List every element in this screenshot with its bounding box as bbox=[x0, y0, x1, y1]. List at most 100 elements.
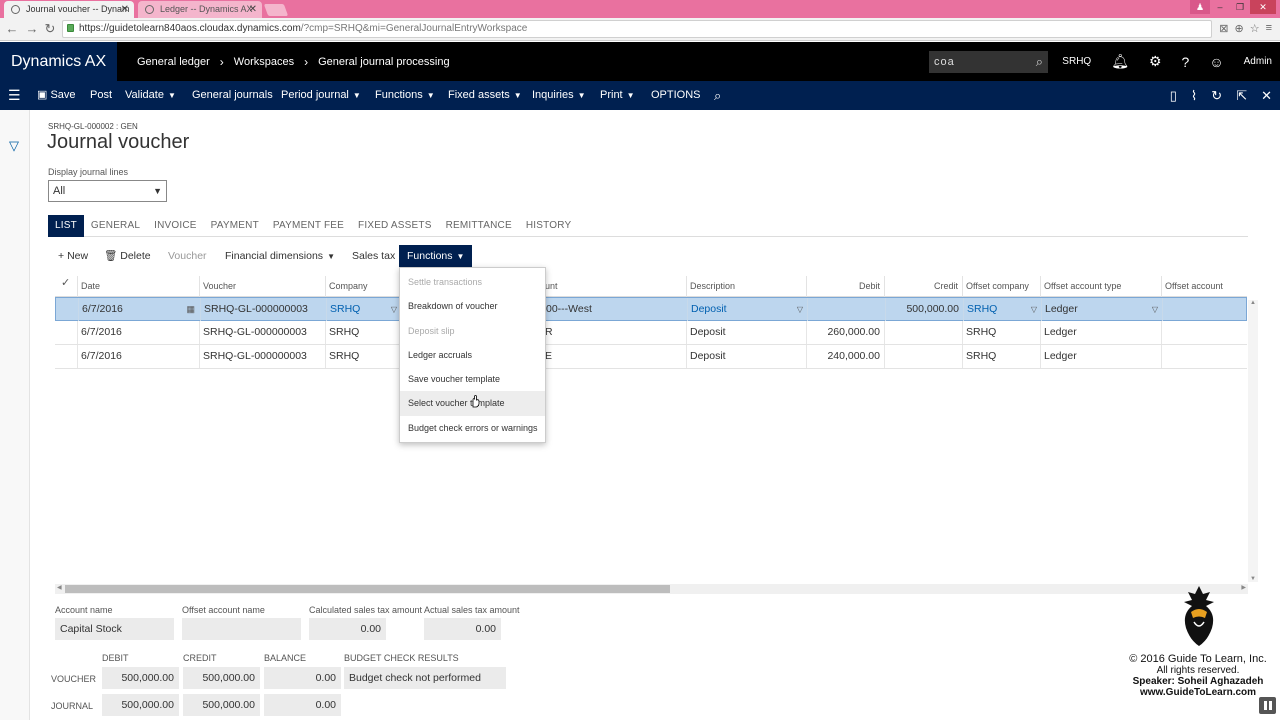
cell-debit[interactable]: 240,000.00 bbox=[806, 345, 884, 368]
inquiries-menu[interactable]: Inquiries ▼ bbox=[532, 81, 586, 110]
horizontal-scroll-thumb[interactable] bbox=[65, 585, 670, 593]
user-name[interactable]: Admin bbox=[1244, 56, 1272, 67]
tab-history[interactable]: HISTORY bbox=[519, 215, 579, 237]
chevron-down-icon[interactable]: ▽ bbox=[1152, 298, 1158, 321]
menu-item-ledger-accruals[interactable]: Ledger accruals bbox=[400, 343, 545, 367]
cell-credit[interactable]: 500,000.00 bbox=[885, 298, 963, 321]
feedback-smiley-icon[interactable]: ☺ bbox=[1209, 54, 1223, 70]
open-new-window-icon[interactable]: ⇱ bbox=[1236, 88, 1247, 104]
brand-title[interactable]: Dynamics AX bbox=[0, 42, 117, 81]
menu-item-breakdown-of-voucher[interactable]: Breakdown of voucher bbox=[400, 294, 545, 318]
cell-company[interactable]: SRHQ ▽ bbox=[326, 298, 401, 321]
cell-offset-account[interactable] bbox=[1161, 345, 1247, 368]
close-icon[interactable]: ✕ bbox=[121, 1, 129, 18]
minimize-icon[interactable]: – bbox=[1210, 0, 1230, 14]
cell-date[interactable]: 6/7/2016 ▦ bbox=[78, 298, 200, 321]
zoom-icon[interactable]: ⊕ bbox=[1234, 22, 1243, 35]
cell-offset-account-type[interactable]: Ledger bbox=[1040, 321, 1161, 344]
column-date[interactable]: Date bbox=[77, 276, 199, 297]
cell-offset-account-type[interactable]: Ledger ▽ bbox=[1041, 298, 1162, 321]
tab-payment-fee[interactable]: PAYMENT FEE bbox=[266, 215, 351, 237]
column-offset-account-type[interactable]: Offset account type bbox=[1040, 276, 1161, 297]
cell-voucher[interactable]: SRHQ-GL-000000003 bbox=[199, 321, 325, 344]
actual-sales-tax-field[interactable]: 0.00 bbox=[424, 618, 501, 640]
table-row[interactable]: 6/7/2016 SRHQ-GL-000000003 SRHQ R Deposi… bbox=[55, 321, 1247, 345]
cell-date[interactable]: 6/7/2016 bbox=[77, 321, 199, 344]
column-voucher[interactable]: Voucher bbox=[199, 276, 325, 297]
cell-credit[interactable] bbox=[884, 321, 962, 344]
url-input[interactable]: https://guidetolearn840aos.cloudax.dynam… bbox=[62, 20, 1212, 38]
cell-offset-company[interactable]: SRHQ bbox=[962, 345, 1040, 368]
display-journal-lines-select[interactable]: All ▼ bbox=[48, 180, 167, 202]
breadcrumb-general-ledger[interactable]: General ledger bbox=[137, 56, 210, 68]
column-offset-account[interactable]: Offset account bbox=[1161, 276, 1247, 297]
browser-tab-ledger[interactable]: Ledger -- Dynamics AX ✕ bbox=[138, 1, 262, 18]
breadcrumb-general-journal-processing[interactable]: General journal processing bbox=[318, 56, 449, 68]
column-offset-company[interactable]: Offset company bbox=[962, 276, 1040, 297]
cell-description[interactable]: Deposit bbox=[686, 321, 806, 344]
period-journal-menu[interactable]: Period journal ▼ bbox=[281, 81, 361, 110]
menu-item-budget-check-errors[interactable]: Budget check errors or warnings bbox=[400, 416, 545, 440]
print-menu[interactable]: Print ▼ bbox=[600, 81, 635, 110]
scroll-left-icon[interactable]: ◀ bbox=[57, 584, 62, 591]
tab-fixed-assets[interactable]: FIXED ASSETS bbox=[351, 215, 439, 237]
tab-general[interactable]: GENERAL bbox=[84, 215, 147, 237]
bell-icon[interactable]: 🔔︎ bbox=[1111, 53, 1129, 70]
tab-invoice[interactable]: INVOICE bbox=[147, 215, 204, 237]
scroll-right-icon[interactable]: ▶ bbox=[1241, 584, 1246, 591]
attachment-icon[interactable]: ⌇ bbox=[1191, 88, 1197, 104]
cell-offset-account[interactable] bbox=[1162, 298, 1248, 321]
column-company[interactable]: Company bbox=[325, 276, 400, 297]
chevron-down-icon[interactable]: ▽ bbox=[391, 298, 397, 321]
select-all-checkbox[interactable]: ✓ bbox=[61, 276, 70, 289]
validate-menu[interactable]: Validate ▼ bbox=[125, 81, 176, 110]
cell-description[interactable]: Deposit bbox=[686, 345, 806, 368]
close-icon[interactable]: ✕ bbox=[1261, 88, 1272, 104]
functions-grid-menu[interactable]: Functions ▼ bbox=[399, 245, 473, 267]
column-credit[interactable]: Credit bbox=[884, 276, 962, 297]
cell-offset-account-type[interactable]: Ledger bbox=[1040, 345, 1161, 368]
cell-date[interactable]: 6/7/2016 bbox=[77, 345, 199, 368]
post-button[interactable]: Post bbox=[90, 81, 112, 110]
general-journals-button[interactable]: General journals bbox=[192, 81, 273, 110]
calendar-icon[interactable]: ▦ bbox=[186, 298, 195, 321]
scroll-up-icon[interactable]: ▲ bbox=[1250, 300, 1256, 306]
new-button[interactable]: + New bbox=[58, 245, 88, 267]
company-picker[interactable]: SRHQ bbox=[1062, 56, 1091, 67]
breadcrumb-workspaces[interactable]: Workspaces bbox=[234, 56, 294, 68]
column-description[interactable]: Description bbox=[686, 276, 806, 297]
help-icon[interactable]: ? bbox=[1182, 54, 1190, 70]
popup-blocked-icon[interactable]: ⊠ bbox=[1219, 22, 1228, 35]
new-tab-button[interactable] bbox=[263, 4, 289, 16]
table-row[interactable]: 6/7/2016 ▦ SRHQ-GL-000000003 SRHQ ▽ 00---W… bbox=[55, 297, 1247, 321]
search-icon[interactable]: ⌕ bbox=[1036, 51, 1044, 73]
column-debit[interactable]: Debit bbox=[806, 276, 884, 297]
filter-icon[interactable]: ▽ bbox=[9, 138, 19, 154]
scroll-down-icon[interactable]: ▼ bbox=[1250, 576, 1256, 582]
refresh-icon[interactable]: ↻ bbox=[1211, 88, 1222, 104]
delete-button[interactable]: 🗑︎ Delete bbox=[104, 245, 151, 267]
save-button[interactable]: ▣ Save bbox=[37, 81, 76, 110]
profile-icon[interactable]: ♟ bbox=[1190, 0, 1210, 14]
office-icon[interactable]: ▯ bbox=[1170, 88, 1177, 104]
chevron-down-icon[interactable]: ▽ bbox=[797, 298, 803, 321]
fixed-assets-menu[interactable]: Fixed assets ▼ bbox=[448, 81, 522, 110]
search-input[interactable]: coa ⌕ bbox=[929, 51, 1048, 73]
tab-remittance[interactable]: REMITTANCE bbox=[439, 215, 519, 237]
cell-company[interactable]: SRHQ bbox=[325, 345, 400, 368]
menu-icon[interactable]: ≡ bbox=[1266, 22, 1272, 35]
cell-offset-company[interactable]: SRHQ ▽ bbox=[963, 298, 1041, 321]
reload-icon[interactable]: ↻ bbox=[42, 21, 58, 37]
search-icon[interactable]: ⌕ bbox=[714, 81, 721, 110]
functions-menu[interactable]: Functions ▼ bbox=[375, 81, 435, 110]
forward-arrow-icon[interactable]: → bbox=[24, 21, 40, 37]
cell-debit[interactable]: 260,000.00 bbox=[806, 321, 884, 344]
window-close-icon[interactable]: ✕ bbox=[1250, 0, 1276, 14]
vertical-scrollbar[interactable]: ▲ ▼ bbox=[1248, 300, 1258, 582]
cell-offset-company[interactable]: SRHQ bbox=[962, 321, 1040, 344]
horizontal-scrollbar[interactable]: ◀ ▶ bbox=[55, 584, 1248, 594]
sales-tax-button[interactable]: Sales tax bbox=[352, 245, 395, 267]
browser-tab-journal-voucher[interactable]: Journal voucher -- Dynam ✕ bbox=[4, 1, 134, 18]
table-row[interactable]: 6/7/2016 SRHQ-GL-000000003 SRHQ E Deposi… bbox=[55, 345, 1247, 369]
cell-voucher[interactable]: SRHQ-GL-000000003 bbox=[199, 345, 325, 368]
